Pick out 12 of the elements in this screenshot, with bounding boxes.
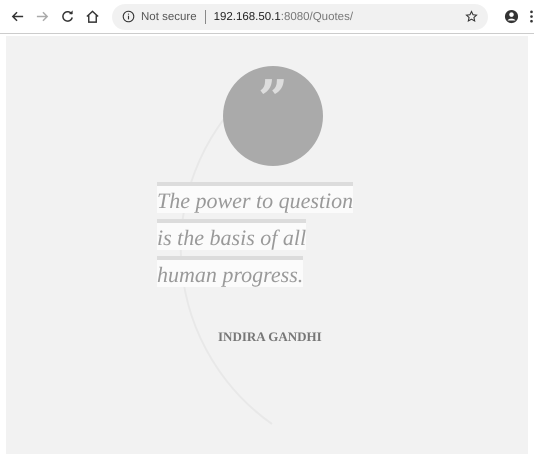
reload-icon[interactable] <box>60 9 75 24</box>
url-text: 192.168.50.1:8080/Quotes/ <box>214 10 354 22</box>
back-icon[interactable] <box>10 9 25 24</box>
quote-badge: ” <box>223 66 323 166</box>
account-icon[interactable] <box>504 9 519 24</box>
author-name: INDIRA GANDHI <box>218 329 322 345</box>
star-icon[interactable] <box>465 10 478 23</box>
security-label: Not secure <box>141 10 197 22</box>
home-icon[interactable] <box>85 9 100 24</box>
info-icon[interactable] <box>122 10 135 23</box>
address-bar[interactable]: Not secure 192.168.50.1:8080/Quotes/ <box>112 4 488 30</box>
menu-icon[interactable] <box>529 9 534 24</box>
